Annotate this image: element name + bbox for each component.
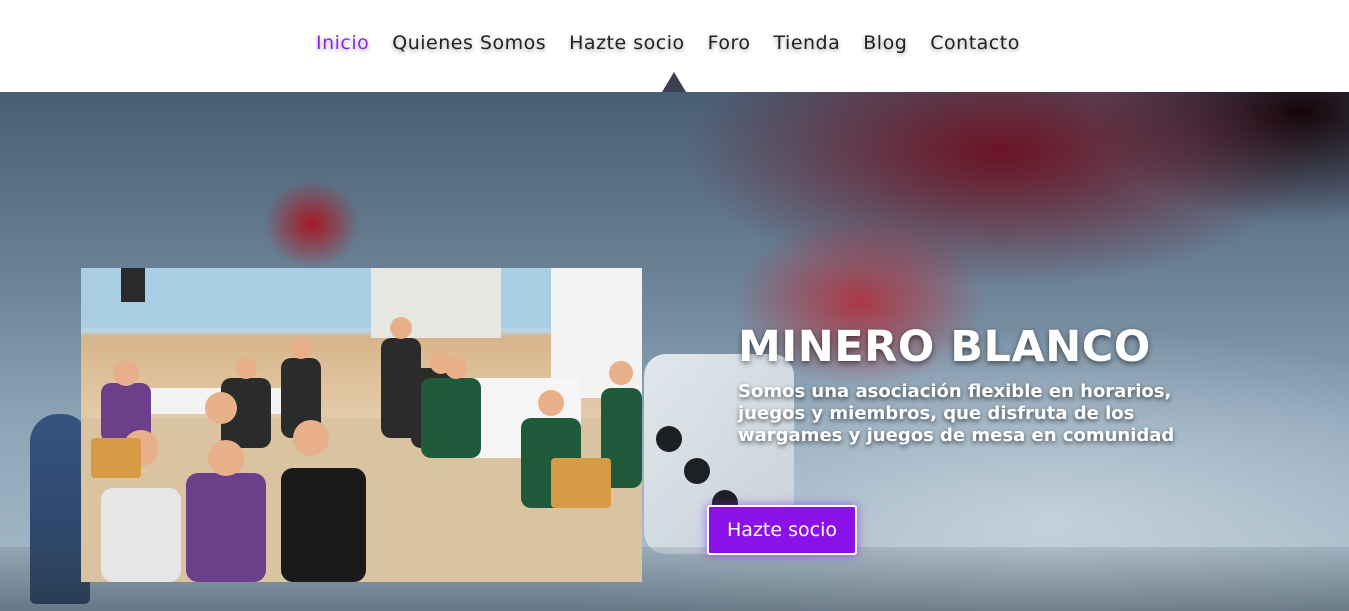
group-photo-illustration (81, 268, 642, 582)
nav-item-quienes-somos[interactable]: Quienes Somos (392, 32, 546, 54)
hero-section: MINERO BLANCO Somos una asociación flexi… (0, 92, 1349, 611)
hazte-socio-button[interactable]: Hazte socio (707, 505, 857, 555)
main-nav: Inicio Quienes Somos Hazte socio Foro Ti… (316, 29, 1020, 57)
site-header: Inicio Quienes Somos Hazte socio Foro Ti… (0, 0, 1349, 92)
group-photo (81, 268, 642, 582)
nav-item-foro[interactable]: Foro (708, 32, 751, 54)
nav-item-hazte-socio[interactable]: Hazte socio (569, 32, 684, 54)
dice-pip (656, 426, 682, 452)
nav-item-tienda[interactable]: Tienda (774, 32, 841, 54)
nav-pointer-icon (662, 72, 686, 92)
nav-item-blog[interactable]: Blog (863, 32, 907, 54)
nav-item-inicio[interactable]: Inicio (316, 32, 369, 54)
dice-pip (684, 458, 710, 484)
hero-title: MINERO BLANCO (738, 322, 1151, 372)
nav-item-contacto[interactable]: Contacto (930, 32, 1020, 54)
hero-description: Somos una asociación flexible en horario… (738, 381, 1175, 446)
